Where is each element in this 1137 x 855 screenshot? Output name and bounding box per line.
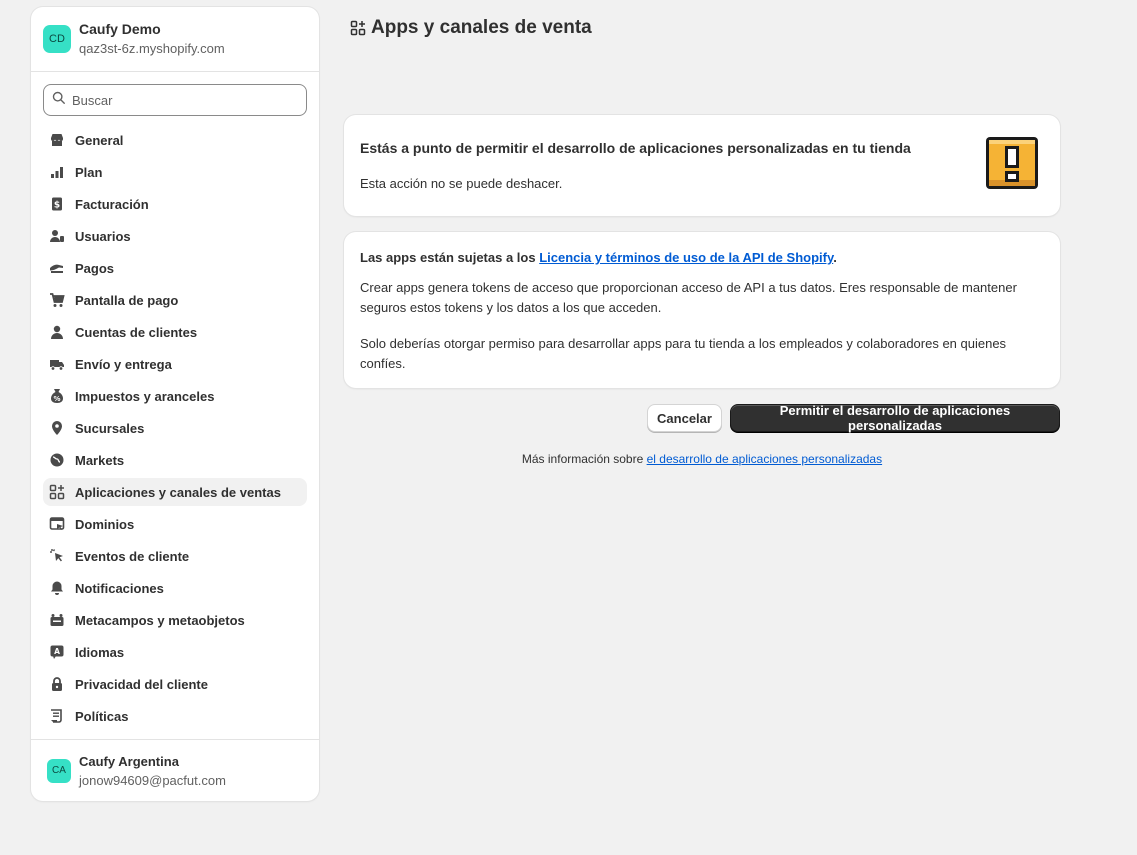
exclamation-block-icon — [983, 134, 1041, 197]
user-name: Caufy Argentina — [79, 753, 179, 769]
more-info: Más información sobre el desarrollo de a… — [344, 452, 1060, 466]
license-notice: Las apps están sujetas a los Licencia y … — [360, 250, 837, 265]
sidebar-item-label: Idiomas — [75, 644, 125, 660]
sidebar-item-label: Pagos — [75, 260, 115, 276]
store-switcher[interactable]: CD Caufy Demo qaz3st-6z.myshopify.com — [31, 7, 319, 72]
settings-nav: General Plan $ Facturación Usuarios Pagos Pant… — [43, 126, 307, 734]
metafield-icon — [49, 612, 65, 628]
apps-icon — [49, 484, 65, 500]
payments-icon — [49, 260, 65, 276]
sidebar-item-impuestos-y-aranceles[interactable]: % Impuestos y aranceles — [43, 382, 307, 410]
user-email: jonow94609@pacfut.com — [79, 772, 226, 788]
policy-icon — [49, 708, 65, 724]
more-info-link[interactable]: el desarrollo de aplicaciones personaliz… — [647, 452, 882, 466]
sidebar-item-label: Envío y entrega — [75, 356, 172, 372]
sidebar-item-pantalla-de-pago[interactable]: Pantalla de pago — [43, 286, 307, 314]
users-icon — [49, 228, 65, 244]
sidebar-item-pagos[interactable]: Pagos — [43, 254, 307, 282]
apps-icon — [350, 20, 366, 36]
license-link[interactable]: Licencia y términos de uso de la API de … — [539, 250, 833, 265]
warning-subtext: Esta acción no se puede deshacer. — [360, 176, 563, 191]
sidebar-item-label: Dominios — [75, 516, 135, 532]
page-title-text: Apps y canales de venta — [371, 17, 592, 38]
settings-sidebar: CD Caufy Demo qaz3st-6z.myshopify.com Ge… — [31, 7, 319, 801]
sidebar-item-label: Cuentas de clientes — [75, 324, 198, 340]
sidebar-item-idiomas[interactable]: A Idiomas — [43, 638, 307, 666]
sidebar-item-label: Notificaciones — [75, 580, 164, 596]
user-account[interactable]: CA Caufy Argentina jonow94609@pacfut.com — [31, 739, 319, 801]
page-title: Apps y canales de venta — [350, 17, 592, 39]
store-icon — [49, 132, 65, 148]
sidebar-item-politicas[interactable]: Políticas — [43, 702, 307, 730]
search-icon — [52, 91, 66, 110]
sidebar-item-usuarios[interactable]: Usuarios — [43, 222, 307, 250]
license-prefix: Las apps están sujetas a los — [360, 250, 540, 265]
sidebar-item-aplicaciones-y-canales-de-ventas[interactable]: Aplicaciones y canales de ventas — [43, 478, 307, 506]
allow-custom-apps-button[interactable]: Permitir el desarrollo de aplicaciones p… — [730, 403, 1060, 433]
sidebar-item-label: Markets — [75, 452, 125, 468]
sidebar-item-label: Pantalla de pago — [75, 292, 179, 308]
cart-icon — [49, 292, 65, 308]
sidebar-item-eventos-de-cliente[interactable]: Eventos de cliente — [43, 542, 307, 570]
license-suffix: . — [833, 250, 837, 265]
billing-icon: $ — [49, 196, 65, 212]
sidebar-item-label: Eventos de cliente — [75, 548, 190, 564]
search-input[interactable] — [72, 92, 292, 108]
sidebar-item-notificaciones[interactable]: Notificaciones — [43, 574, 307, 602]
svg-text:A: A — [54, 647, 60, 656]
globe-icon — [49, 452, 65, 468]
store-domain: qaz3st-6z.myshopify.com — [79, 41, 225, 56]
sidebar-item-dominios[interactable]: Dominios — [43, 510, 307, 538]
info-card: Las apps están sujetas a los Licencia y … — [344, 232, 1060, 388]
warning-card: Estás a punto de permitir el desarrollo … — [344, 115, 1060, 216]
permission-paragraph: Solo deberías otorgar permiso para desar… — [360, 336, 1007, 371]
sidebar-item-label: Metacampos y metaobjetos — [75, 612, 245, 628]
sidebar-item-label: Aplicaciones y canales de ventas — [75, 484, 281, 500]
language-icon: A — [49, 644, 65, 660]
sidebar-item-label: Facturación — [75, 196, 149, 212]
plan-icon — [49, 164, 65, 180]
person-icon — [49, 324, 65, 340]
sidebar-item-metacampos-y-metaobjetos[interactable]: Metacampos y metaobjetos — [43, 606, 307, 634]
sidebar-item-cuentas-de-clientes[interactable]: Cuentas de clientes — [43, 318, 307, 346]
sidebar-item-label: Políticas — [75, 708, 129, 724]
sidebar-item-label: Sucursales — [75, 420, 145, 436]
search-box[interactable] — [43, 84, 307, 116]
location-icon — [49, 420, 65, 436]
lock-icon — [49, 676, 65, 692]
sidebar-item-label: Privacidad del cliente — [75, 676, 208, 692]
sidebar-item-label: Usuarios — [75, 228, 131, 244]
sidebar-item-general[interactable]: General — [43, 126, 307, 154]
tax-icon: % — [49, 388, 65, 404]
sidebar-item-label: General — [75, 132, 124, 148]
svg-text:$: $ — [54, 201, 60, 211]
sidebar-item-envio-y-entrega[interactable]: Envío y entrega — [43, 350, 307, 378]
sidebar-item-label: Impuestos y aranceles — [75, 388, 215, 404]
cancel-button[interactable]: Cancelar — [647, 404, 722, 432]
sidebar-item-privacidad-del-cliente[interactable]: Privacidad del cliente — [43, 670, 307, 698]
sidebar-item-facturacion[interactable]: $ Facturación — [43, 190, 307, 218]
domain-icon — [49, 516, 65, 532]
warning-heading: Estás a punto de permitir el desarrollo … — [360, 140, 911, 156]
tokens-paragraph: Crear apps genera tokens de acceso que p… — [360, 280, 1017, 315]
store-avatar: CD — [43, 25, 71, 53]
sidebar-item-label: Plan — [75, 164, 103, 180]
more-info-prefix: Más información sobre — [521, 452, 647, 466]
sidebar-item-sucursales[interactable]: Sucursales — [43, 414, 307, 442]
svg-text:%: % — [53, 395, 60, 403]
bell-icon — [49, 580, 65, 596]
truck-icon — [49, 356, 65, 372]
user-avatar: CA — [47, 758, 71, 783]
store-name: Caufy Demo — [79, 21, 161, 37]
cursor-icon — [49, 548, 65, 564]
sidebar-item-plan[interactable]: Plan — [43, 158, 307, 186]
sidebar-item-markets[interactable]: Markets — [43, 446, 307, 474]
